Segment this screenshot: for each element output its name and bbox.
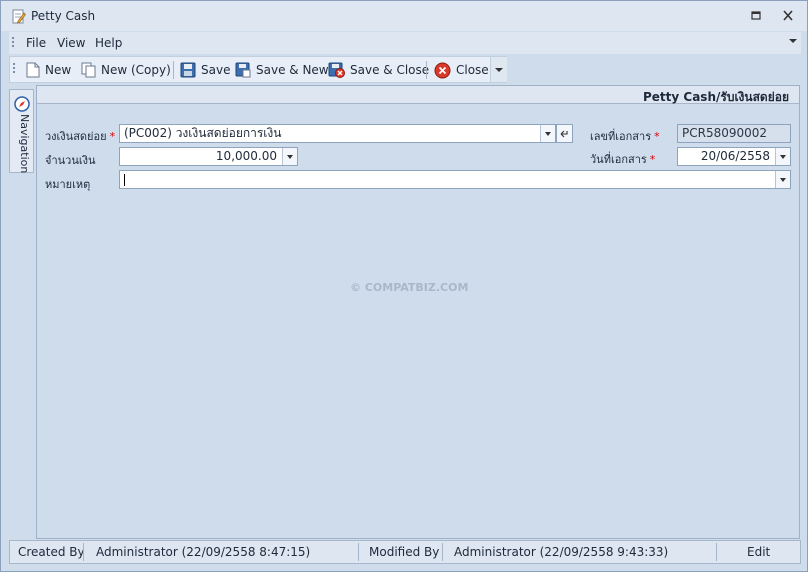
copy-document-icon xyxy=(81,62,96,78)
doc-no-label: เลขที่เอกสาร * xyxy=(590,127,660,145)
menu-grip[interactable] xyxy=(12,37,15,49)
status-separator xyxy=(83,543,84,561)
main-panel: Petty Cash/รับเงินสดย่อย วงเงินสดย่อย * (… xyxy=(36,85,800,539)
doc-no-field: PCR58090002 xyxy=(677,124,791,143)
chevron-down-icon[interactable] xyxy=(282,148,297,165)
doc-no-label-text: เลขที่เอกสาร xyxy=(590,130,652,143)
save-new-button[interactable]: Save & New xyxy=(235,60,329,80)
record-mode: Edit xyxy=(747,545,771,559)
title-bar: Petty Cash xyxy=(1,1,807,31)
toolbar-overflow-icon[interactable] xyxy=(490,57,507,82)
navigation-label: Navigation xyxy=(18,114,31,174)
save-close-button[interactable]: Save & Close xyxy=(328,60,429,80)
created-by-label: Created By xyxy=(18,545,85,559)
panel-header: Petty Cash/รับเงินสดย่อย xyxy=(37,86,799,104)
text-caret xyxy=(124,173,125,186)
watermark: © COMPATBIZ.COM xyxy=(350,281,469,294)
remark-label: หมายเหตุ xyxy=(45,178,91,191)
save-new-icon xyxy=(235,62,251,78)
fund-lookup-button[interactable] xyxy=(556,124,573,143)
menu-view[interactable]: View xyxy=(57,36,85,50)
modified-by-label: Modified By xyxy=(369,545,440,559)
close-circle-icon xyxy=(434,62,451,78)
doc-date-label-text: วันที่เอกสาร xyxy=(590,153,647,166)
status-separator xyxy=(358,543,359,561)
fund-value: (PC002) วงเงินสดย่อยการเงิน xyxy=(124,126,282,140)
save-disk-icon xyxy=(180,62,196,78)
close-window-icon[interactable] xyxy=(780,9,796,23)
amount-value: 10,000.00 xyxy=(215,149,277,163)
chevron-down-icon[interactable] xyxy=(540,125,555,142)
fund-label: วงเงินสดย่อย * xyxy=(45,127,115,145)
new-copy-button-label: New (Copy) xyxy=(101,63,171,77)
remark-field[interactable] xyxy=(119,170,791,189)
amount-field[interactable]: 10,000.00 xyxy=(119,147,298,166)
save-close-icon xyxy=(328,62,345,78)
restore-icon[interactable] xyxy=(748,9,764,23)
close-button-label: Close xyxy=(456,63,489,77)
status-separator xyxy=(716,543,717,561)
save-button-label: Save xyxy=(201,63,231,77)
toolbar-separator xyxy=(426,61,427,79)
required-mark: * xyxy=(654,130,660,143)
save-button[interactable]: Save xyxy=(180,60,230,80)
compass-icon xyxy=(14,96,30,112)
required-mark: * xyxy=(109,130,116,143)
fund-label-text: วงเงินสดย่อย xyxy=(45,130,107,143)
new-button[interactable]: New xyxy=(26,60,71,80)
toolbar-grip[interactable] xyxy=(13,63,16,75)
save-new-button-label: Save & New xyxy=(256,63,329,77)
close-button[interactable]: Close xyxy=(434,60,489,80)
doc-date-field[interactable]: 20/06/2558 xyxy=(677,147,791,166)
doc-date-value: 20/06/2558 xyxy=(700,149,770,163)
doc-no-value: PCR58090002 xyxy=(682,126,768,140)
toolbar: New New (Copy) Save Save & New Save & Cl… xyxy=(9,56,507,83)
panel-title: Petty Cash/รับเงินสดย่อย xyxy=(643,90,789,104)
new-button-label: New xyxy=(45,63,72,77)
return-arrow-icon xyxy=(560,130,568,138)
modified-by-value: Administrator (22/09/2558 9:43:33) xyxy=(454,545,669,559)
new-copy-button[interactable]: New (Copy) xyxy=(81,60,171,80)
fund-select[interactable]: (PC002) วงเงินสดย่อยการเงิน xyxy=(119,124,556,143)
amount-label: จำนวนเงิน xyxy=(45,154,96,167)
chevron-down-icon[interactable] xyxy=(775,171,790,188)
chevron-down-icon[interactable] xyxy=(775,148,790,165)
save-close-button-label: Save & Close xyxy=(350,63,430,77)
new-document-icon xyxy=(26,62,40,78)
petty-cash-window: Petty Cash File View Help New New (Copy)… xyxy=(0,0,808,572)
toolbar-separator xyxy=(173,61,174,79)
menu-overflow-icon[interactable] xyxy=(789,39,797,43)
navigation-tab[interactable]: Navigation xyxy=(9,89,34,173)
status-separator xyxy=(442,543,443,561)
created-by-value: Administrator (22/09/2558 8:47:15) xyxy=(96,545,311,559)
document-edit-icon xyxy=(12,9,26,24)
menu-file[interactable]: File xyxy=(26,36,46,50)
menu-help[interactable]: Help xyxy=(95,36,122,50)
window-title: Petty Cash xyxy=(31,9,96,23)
status-bar: Created By Administrator (22/09/2558 8:4… xyxy=(9,540,801,564)
required-mark: * xyxy=(649,153,656,166)
doc-date-label: วันที่เอกสาร * xyxy=(590,150,655,168)
menu-bar: File View Help xyxy=(9,32,801,54)
